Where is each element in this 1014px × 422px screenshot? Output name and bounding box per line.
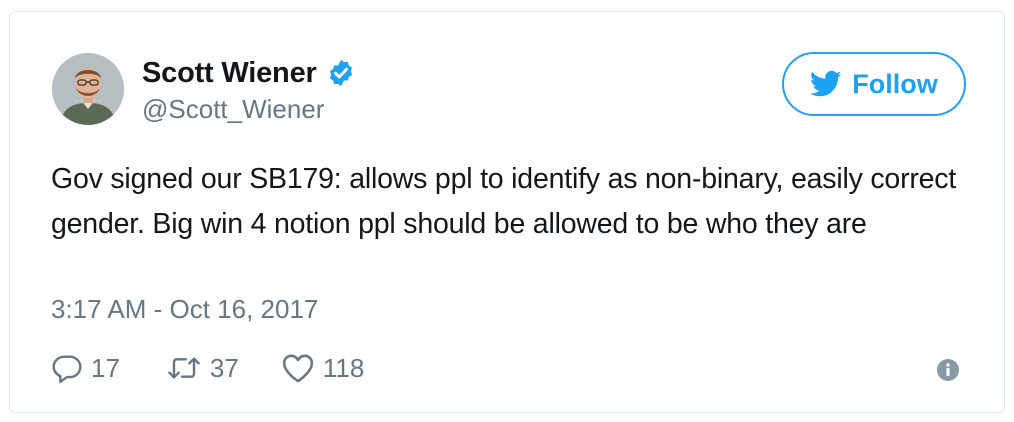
author-handle[interactable]: @Scott_Wiener bbox=[142, 94, 324, 125]
follow-button-label: Follow bbox=[852, 68, 938, 99]
reply-action[interactable]: 17 bbox=[51, 352, 120, 384]
retweet-count: 37 bbox=[209, 352, 239, 383]
author-name-row: Scott Wiener bbox=[142, 56, 356, 90]
twitter-bird-icon bbox=[810, 70, 842, 98]
tweet-card: Scott Wiener @Scott_Wiener Follow Gov si… bbox=[9, 11, 1005, 413]
tweet-timestamp[interactable]: 3:17 AM - Oct 16, 2017 bbox=[51, 294, 318, 325]
heart-icon bbox=[281, 352, 315, 384]
retweet-icon bbox=[166, 352, 202, 384]
retweet-action[interactable]: 37 bbox=[166, 352, 239, 384]
reply-count: 17 bbox=[91, 352, 120, 383]
like-action[interactable]: 118 bbox=[281, 352, 364, 384]
like-count: 118 bbox=[322, 352, 365, 383]
verified-badge-icon bbox=[326, 58, 356, 88]
tweet-actions: 17 37 118 bbox=[51, 348, 364, 388]
reply-icon bbox=[51, 352, 83, 384]
avatar[interactable] bbox=[52, 53, 124, 125]
author-display-name[interactable]: Scott Wiener bbox=[142, 57, 317, 90]
tweet-text: Gov signed our SB179: allows ppl to iden… bbox=[51, 163, 957, 240]
follow-button[interactable]: Follow bbox=[782, 52, 966, 116]
info-icon[interactable] bbox=[936, 358, 960, 382]
